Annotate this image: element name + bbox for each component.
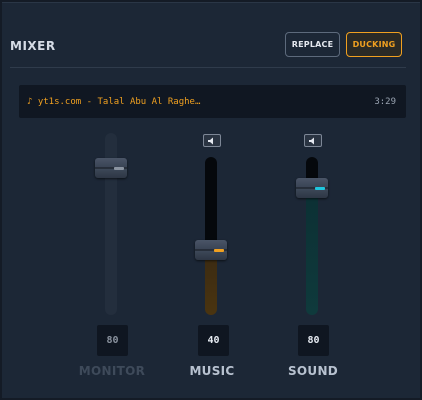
music-value: 40 bbox=[198, 325, 229, 356]
sound-slider-handle[interactable] bbox=[296, 178, 328, 198]
mixer-panel: MIXER REPLACE DUCKING ♪ yt1s.com - Talal… bbox=[2, 2, 420, 398]
replace-button[interactable]: REPLACE bbox=[285, 32, 340, 57]
sound-speaker-icon[interactable] bbox=[304, 134, 322, 147]
music-slider-track[interactable] bbox=[205, 157, 217, 315]
monitor-value: 80 bbox=[97, 325, 128, 356]
music-label: MUSIC bbox=[189, 364, 235, 378]
panel-title: MIXER bbox=[10, 39, 56, 53]
music-slider-handle[interactable] bbox=[195, 240, 227, 260]
monitor-slider-handle[interactable] bbox=[95, 158, 127, 178]
now-playing-bar: ♪ yt1s.com - Talal Abu Al Raghe… 3:29 bbox=[19, 85, 406, 118]
ducking-button[interactable]: DUCKING bbox=[346, 32, 402, 57]
track-name: ♪ yt1s.com - Talal Abu Al Raghe… bbox=[27, 96, 201, 107]
divider bbox=[10, 67, 406, 68]
monitor-label: MONITOR bbox=[78, 364, 146, 378]
sound-value: 80 bbox=[298, 325, 329, 356]
monitor-value-text: 80 bbox=[106, 335, 119, 346]
music-speaker-icon[interactable] bbox=[203, 134, 221, 147]
track-time: 3:29 bbox=[374, 96, 396, 107]
sound-value-text: 80 bbox=[307, 335, 320, 346]
sound-label: SOUND bbox=[287, 364, 339, 378]
music-value-text: 40 bbox=[207, 335, 220, 346]
